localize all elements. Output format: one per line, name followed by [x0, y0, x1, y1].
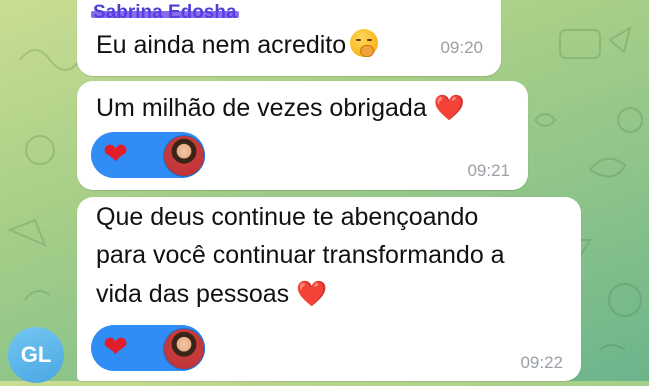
heart-reaction-icon: ❤ — [103, 330, 129, 365]
sender-name[interactable]: Sabrina Edosha — [91, 2, 239, 24]
message-text-line-3: vida das pessoas ❤️ — [96, 279, 328, 308]
message-bubble-3[interactable]: Que deus continue te abençoando para voc… — [77, 197, 581, 381]
message-text: Eu ainda nem acredito — [96, 26, 379, 64]
message-time: 09:20 — [440, 38, 483, 57]
message-text-line-2: para você continuar transformando a — [96, 241, 505, 269]
message-time: 09:22 — [520, 353, 563, 372]
face-with-hand-over-mouth-icon — [350, 29, 379, 57]
message-text: Um milhão de vezes obrigada ❤️ — [96, 93, 465, 122]
reaction-chip[interactable]: ❤ — [91, 132, 205, 178]
reactor-avatar — [163, 328, 205, 370]
reactor-avatar — [163, 135, 205, 177]
message-bubble-2[interactable]: Um milhão de vezes obrigada ❤️ ❤ 09:21 — [77, 81, 528, 190]
reaction-chip[interactable]: ❤ — [91, 325, 205, 371]
message-text-line-1: Que deus continue te abençoando — [96, 203, 479, 231]
heart-reaction-icon: ❤ — [103, 137, 129, 172]
red-heart-emoji: ❤️ — [296, 279, 328, 308]
sender-avatar[interactable]: GL — [8, 327, 64, 383]
message-time: 09:21 — [467, 161, 510, 180]
message-bubble-1[interactable]: Sabrina Edosha Eu ainda nem acredito 09:… — [77, 0, 501, 76]
red-heart-emoji: ❤️ — [433, 93, 465, 122]
